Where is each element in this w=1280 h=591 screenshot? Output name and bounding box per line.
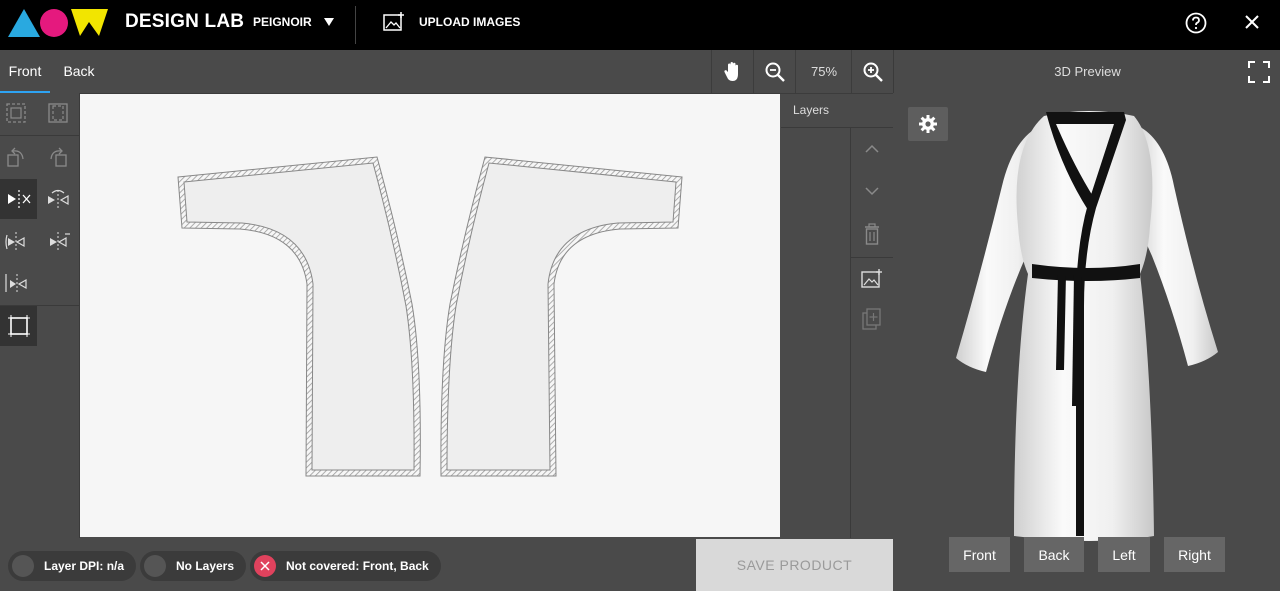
hand-icon <box>724 61 738 81</box>
zoom-in-icon <box>863 62 883 82</box>
pan-tool-button[interactable] <box>711 50 754 93</box>
preview-panel: Front Back Left Right <box>894 94 1280 591</box>
tool-column <box>0 93 80 538</box>
divider <box>851 257 893 258</box>
layers-title: Layers <box>793 103 830 117</box>
status-dot-icon <box>144 555 166 577</box>
move-layer-up-button[interactable] <box>851 129 893 169</box>
caret-down-icon <box>323 18 334 26</box>
preview-header: 3D Preview <box>893 50 1280 93</box>
tab-back[interactable]: Back <box>50 50 108 93</box>
view-back-button[interactable]: Back <box>1024 537 1084 572</box>
divider <box>0 135 79 136</box>
product-name: PEIGNOIR <box>253 15 312 29</box>
artboard-icon <box>7 315 30 337</box>
align-center-icon <box>4 274 27 293</box>
preview-title: 3D Preview <box>1054 64 1121 79</box>
view-front-button[interactable]: Front <box>949 537 1010 572</box>
view-left-button[interactable]: Left <box>1098 537 1150 572</box>
divider <box>781 127 893 128</box>
divider <box>355 6 356 44</box>
rotate-left-icon <box>6 147 24 167</box>
align-center-button[interactable] <box>0 263 34 303</box>
preview-settings-button[interactable] <box>908 107 948 141</box>
upload-label: UPLOAD IMAGES <box>419 15 521 29</box>
image-add-icon <box>383 12 404 31</box>
save-product-button[interactable]: SAVE PRODUCT <box>696 539 893 591</box>
zoom-level-display: 75% <box>795 50 852 93</box>
layers-status: No Layers <box>140 551 247 581</box>
dpi-label: Layer DPI: <box>44 559 104 573</box>
robe-3d-preview <box>956 111 1218 541</box>
gear-icon <box>919 115 937 133</box>
chevron-down-icon <box>865 187 879 196</box>
flip-rotate-icon <box>47 189 69 209</box>
layers-status-label: No Layers <box>176 559 235 573</box>
rotate-left-button[interactable] <box>0 137 34 177</box>
fit-height-icon <box>47 103 68 123</box>
flip-horizontal-button[interactable] <box>0 179 37 219</box>
rotate-right-icon <box>49 147 67 167</box>
zoom-level: 75% <box>810 64 838 79</box>
flip-horizontal-icon <box>7 190 30 208</box>
app-title: DESIGN LAB <box>125 11 245 32</box>
chevron-up-icon <box>865 144 879 153</box>
pattern-pieces <box>177 156 683 477</box>
coverage-status: Not covered: Front, Back <box>250 551 441 581</box>
error-x-icon <box>254 555 276 577</box>
mirror-left-button[interactable] <box>0 221 34 261</box>
fullscreen-icon[interactable] <box>1248 61 1270 83</box>
status-dot-icon <box>12 555 34 577</box>
mirror-left-icon <box>4 232 25 251</box>
coverage-value: Front, Back <box>362 559 429 573</box>
fit-height-button[interactable] <box>39 93 76 133</box>
duplicate-icon <box>862 308 881 330</box>
fit-artboard-button[interactable] <box>0 306 37 346</box>
rotate-right-button[interactable] <box>39 137 76 177</box>
top-bar: DESIGN LAB PEIGNOIR UPLOAD IMAGES <box>0 0 1280 50</box>
status-bar: Layer DPI: n/a No Layers Not covered: Fr… <box>0 538 695 591</box>
layers-panel: Layers <box>781 94 893 538</box>
product-select[interactable]: PEIGNOIR <box>253 15 334 29</box>
pattern-piece-left[interactable] <box>177 156 421 477</box>
dpi-value: n/a <box>106 559 125 573</box>
upload-images-button[interactable]: UPLOAD IMAGES <box>383 12 520 32</box>
add-image-layer-button[interactable] <box>851 259 893 299</box>
zoom-in-button[interactable] <box>851 50 894 93</box>
view-right-button[interactable]: Right <box>1164 537 1225 572</box>
delete-layer-button[interactable] <box>851 214 893 254</box>
design-canvas[interactable] <box>80 94 780 537</box>
help-circle-icon[interactable] <box>1185 12 1207 34</box>
fit-width-button[interactable] <box>0 93 34 133</box>
coverage-label: Not covered: <box>286 559 360 573</box>
duplicate-layer-button[interactable] <box>851 299 893 339</box>
mirror-right-button[interactable] <box>39 221 76 261</box>
mirror-right-icon <box>49 232 70 251</box>
move-layer-down-button[interactable] <box>851 171 893 211</box>
zoom-out-icon <box>765 62 785 82</box>
side-tabs-bar: Front Back 75% <box>0 50 893 94</box>
trash-icon <box>865 223 879 245</box>
zoom-out-button[interactable] <box>753 50 796 93</box>
close-icon[interactable] <box>1242 12 1262 32</box>
pattern-piece-right[interactable] <box>440 156 683 477</box>
brand-logo <box>8 9 108 37</box>
flip-rotate-button[interactable] <box>39 179 76 219</box>
fit-width-icon <box>5 103 26 123</box>
image-add-icon <box>861 269 882 288</box>
tab-front[interactable]: Front <box>0 50 50 93</box>
layer-dpi-status: Layer DPI: n/a <box>8 551 137 581</box>
